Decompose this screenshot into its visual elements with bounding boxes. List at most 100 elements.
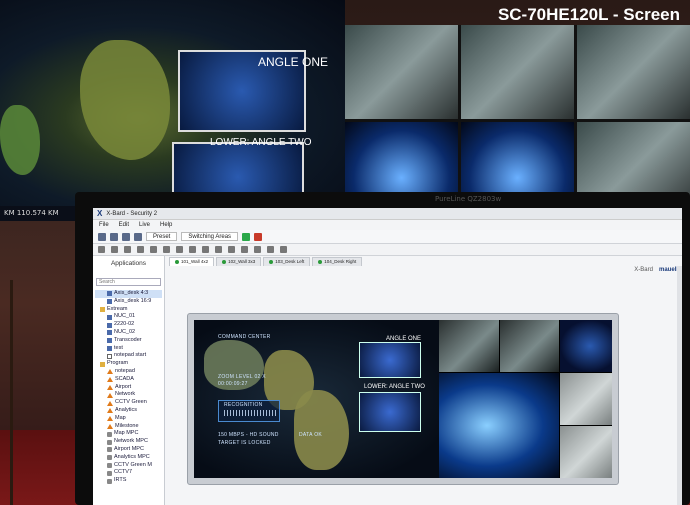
menu-file[interactable]: File (99, 222, 109, 228)
audio-waveform (224, 410, 276, 416)
app-logo-icon: X (97, 209, 103, 218)
tree-item[interactable]: Milestone (95, 423, 162, 431)
camera-icon (107, 455, 112, 461)
tree-item[interactable]: IRTS (95, 477, 162, 485)
zoom-icon[interactable] (228, 246, 235, 253)
grid-icon[interactable] (98, 246, 105, 253)
tree-item[interactable]: Program (95, 360, 162, 368)
wall-preview[interactable]: COMMAND CENTER ZOOM LEVEL 02 X 00:00:09:… (187, 313, 619, 485)
tree-item[interactable]: CCTV Green (95, 399, 162, 407)
preview-world-map: COMMAND CENTER ZOOM LEVEL 02 X 00:00:09:… (194, 320, 439, 478)
tree-item[interactable]: notepad start (95, 352, 162, 360)
preview-angle-two-label: LOWER: ANGLE TWO (364, 384, 425, 390)
align-icon[interactable] (163, 246, 170, 253)
tree-item-label: notepad (115, 367, 135, 374)
window-icon[interactable] (111, 246, 118, 253)
mauell-logo: mauell (658, 267, 678, 273)
tripod (10, 280, 80, 505)
tree-item[interactable]: NUC_02 (95, 329, 162, 337)
monitor-icon (107, 291, 112, 297)
monitor-icon (107, 338, 112, 344)
copy-icon[interactable] (254, 246, 261, 253)
camera-tile[interactable] (560, 320, 612, 372)
tree-item-label: notepad start (114, 352, 147, 359)
tree-item[interactable]: NUC_01 (95, 313, 162, 321)
tree-item[interactable]: SCADA (95, 376, 162, 384)
apply-icon[interactable] (242, 232, 251, 241)
tree-item[interactable]: Map MPC (95, 430, 162, 438)
camera-tile[interactable] (439, 320, 499, 372)
wall-angle-one-label: ANGLE ONE (258, 55, 329, 69)
tree-item-label: CCTV Green M (114, 461, 152, 468)
properties-icon[interactable] (280, 246, 287, 253)
close-icon[interactable] (124, 246, 131, 253)
tree-item[interactable]: Axis_desk 16:9 (95, 298, 162, 306)
layout-icon[interactable] (134, 232, 142, 241)
search-input[interactable] (99, 279, 158, 285)
tree-item[interactable]: Network (95, 391, 162, 399)
preset-select[interactable]: Preset (146, 232, 178, 241)
tab-desk-right[interactable]: 104_Desk Right (312, 257, 363, 266)
arrange-icon[interactable] (150, 246, 157, 253)
warning-icon (107, 400, 113, 406)
mbps-label: 150 MBPS - HD SOUND (218, 432, 279, 438)
menu-edit[interactable]: Edit (119, 222, 129, 228)
applications-sidebar: Applications Axis_desk 4:3Axis_desk 16:9… (93, 256, 165, 505)
new-icon[interactable] (98, 232, 106, 241)
switching-areas-select[interactable]: Switching Areas (181, 232, 239, 241)
minus-icon[interactable] (137, 246, 144, 253)
expand-icon[interactable] (189, 246, 196, 253)
warning-icon (107, 369, 113, 375)
rotate-left-icon[interactable] (202, 246, 209, 253)
tree-item-label: CCTV Green (115, 399, 147, 406)
search-box[interactable] (96, 278, 161, 286)
tile-icon[interactable] (176, 246, 183, 253)
tree-item-label: Network MPC (114, 438, 148, 445)
rotate-right-icon[interactable] (215, 246, 222, 253)
tree-item-label: NUC_02 (114, 328, 136, 335)
tree-item[interactable]: test (95, 345, 162, 353)
tab-wall-3x3[interactable]: 102_Wall 3x3 (216, 257, 262, 266)
menu-help[interactable]: Help (160, 222, 172, 228)
preview-angle-two-panel (359, 392, 421, 432)
tree-item[interactable]: Map (95, 415, 162, 423)
camera-tile[interactable] (439, 373, 560, 478)
save-all-icon[interactable] (122, 232, 130, 241)
tab-label: 101_Wall 4x2 (181, 259, 209, 264)
x-bard-logo: X-Bard (634, 267, 653, 273)
camera-tile[interactable] (560, 426, 612, 478)
command-center-label: COMMAND CENTER (218, 334, 271, 340)
tree-item[interactable]: Extream (95, 306, 162, 314)
app-window: X X-Bard - Security 2 File Edit Live Hel… (93, 208, 682, 505)
tree-item[interactable]: CCTV7 (95, 469, 162, 477)
camera-icon (107, 462, 112, 468)
tab-label: 103_Desk Left (275, 259, 305, 264)
wall-preview-canvas: COMMAND CENTER ZOOM LEVEL 02 X 00:00:09:… (194, 320, 612, 478)
tab-desk-left[interactable]: 103_Desk Left (263, 257, 311, 266)
tree-item[interactable]: Network MPC (95, 438, 162, 446)
camera-icon (107, 447, 112, 453)
monitor: PureLine QZ2803w X X-Bard - Security 2 F… (75, 192, 690, 505)
tree-item[interactable]: CCTV Green M (95, 462, 162, 470)
stop-icon[interactable] (254, 232, 263, 241)
tree-item[interactable]: Analytics (95, 407, 162, 415)
fit-icon[interactable] (241, 246, 248, 253)
tree-item-label: Airport MPC (114, 445, 144, 452)
tree-item[interactable]: Transcoder (95, 337, 162, 345)
vertical-scrollbar[interactable] (677, 266, 682, 505)
wall-camera-tile (345, 25, 458, 119)
tree-item-label: Airport (115, 383, 132, 390)
tab-wall-4x2[interactable]: 101_Wall 4x2 (169, 257, 215, 266)
tree-item[interactable]: Axis_desk 4:3 (95, 290, 162, 298)
tree-item[interactable]: 2220-02 (95, 321, 162, 329)
tree-item[interactable]: Analytics MPC (95, 454, 162, 462)
tree-item[interactable]: notepad (95, 368, 162, 376)
menu-live[interactable]: Live (139, 222, 150, 228)
save-icon[interactable] (110, 232, 118, 241)
tree-item[interactable]: Airport MPC (95, 446, 162, 454)
camera-tile[interactable] (499, 320, 560, 372)
tree-item[interactable]: Airport (95, 384, 162, 392)
paste-icon[interactable] (267, 246, 274, 253)
camera-tile[interactable] (560, 373, 612, 425)
tree-item-label: Axis_desk 4:3 (114, 290, 149, 296)
